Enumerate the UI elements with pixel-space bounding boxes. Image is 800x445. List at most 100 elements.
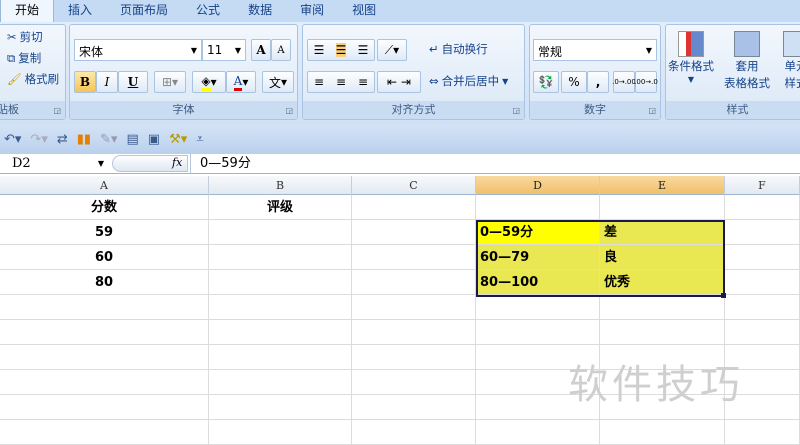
cell-b9[interactable] — [209, 395, 352, 420]
cell-styles-button[interactable]: 单元样式 — [783, 31, 800, 91]
edit-icon[interactable]: ✎▾ — [100, 132, 117, 147]
cell-c10[interactable] — [352, 420, 476, 445]
shrink-font-button[interactable]: A — [271, 39, 291, 61]
column-header-c[interactable]: C — [352, 176, 476, 195]
column-header-f[interactable]: F — [725, 176, 800, 195]
cell-a9[interactable] — [0, 395, 209, 420]
column-header-e[interactable]: E — [600, 176, 725, 195]
tab-insert[interactable]: 插入 — [54, 0, 106, 22]
align-left-icon[interactable]: ≡ — [314, 75, 324, 89]
redo-icon[interactable]: ↷▾ — [30, 132, 47, 147]
copy-button[interactable]: ⧉ 复制 — [7, 50, 41, 66]
cell-f2[interactable] — [725, 220, 800, 245]
cell-a5[interactable] — [0, 295, 209, 320]
align-center-icon[interactable]: ≡ — [336, 75, 346, 89]
cell-a4[interactable]: 80 — [0, 270, 209, 295]
align-middle-icon[interactable]: ☰ — [335, 43, 347, 57]
phonetic-button[interactable]: 文 ▾ — [262, 71, 294, 93]
dialog-launcher-icon[interactable]: ◲ — [512, 106, 520, 115]
indent-buttons[interactable]: ⇤ ⇥ — [377, 71, 421, 93]
vertical-align-buttons[interactable]: ☰ ☰ ☰ — [307, 39, 375, 61]
cell-a3[interactable]: 60 — [0, 245, 209, 270]
cell-b2[interactable] — [209, 220, 352, 245]
cell-d2[interactable]: 0—59分 — [476, 220, 600, 245]
cell-c9[interactable] — [352, 395, 476, 420]
orientation-button[interactable]: ⟋▾ — [377, 39, 407, 61]
horizontal-align-buttons[interactable]: ≡ ≡ ≡ — [307, 71, 375, 93]
cell-e1[interactable] — [600, 195, 725, 220]
cell-c8[interactable] — [352, 370, 476, 395]
cut-button[interactable]: ✂ 剪切 — [7, 29, 43, 45]
sheet-icon[interactable]: ▣ — [148, 132, 160, 147]
cell-a10[interactable] — [0, 420, 209, 445]
tab-formulas[interactable]: 公式 — [182, 0, 234, 22]
chart-icon[interactable]: ▮▮ — [77, 132, 91, 147]
tab-view[interactable]: 视图 — [338, 0, 390, 22]
cell-c1[interactable] — [352, 195, 476, 220]
name-box[interactable]: D2 ▼ — [0, 154, 108, 173]
cell-d4[interactable]: 80—100 — [476, 270, 600, 295]
cell-e3[interactable]: 良 — [600, 245, 725, 270]
cell-d10[interactable] — [476, 420, 600, 445]
tab-page-layout[interactable]: 页面布局 — [106, 0, 182, 22]
underline-button[interactable]: U — [118, 71, 148, 93]
align-bottom-icon[interactable]: ☰ — [358, 43, 369, 57]
cell-f6[interactable] — [725, 320, 800, 345]
increase-decimal-button[interactable]: .0→.00 — [612, 71, 636, 93]
font-size-select[interactable]: 11 ▼ — [202, 39, 246, 61]
form-icon[interactable]: ▤ — [126, 132, 138, 147]
cell-e2[interactable]: 差 — [600, 220, 725, 245]
format-painter-button[interactable]: 🖌 格式刷 — [7, 71, 59, 87]
cell-c5[interactable] — [352, 295, 476, 320]
bold-button[interactable]: B — [74, 71, 96, 93]
cell-b3[interactable] — [209, 245, 352, 270]
cell-b10[interactable] — [209, 420, 352, 445]
cell-a1[interactable]: 分数 — [0, 195, 209, 220]
cell-e5[interactable] — [600, 295, 725, 320]
customize-toolbar-icon[interactable]: ⩡ — [196, 132, 203, 147]
column-header-a[interactable]: A — [0, 176, 209, 195]
align-right-icon[interactable]: ≡ — [358, 75, 368, 89]
merge-center-button[interactable]: ⇔ 合并后居中 ▼ — [429, 73, 508, 89]
number-format-select[interactable]: 常规 ▼ — [533, 39, 657, 61]
tab-data[interactable]: 数据 — [234, 0, 286, 22]
grow-font-button[interactable]: A — [251, 39, 271, 61]
font-name-select[interactable]: 宋体 ▼ — [74, 39, 202, 61]
comma-button[interactable]: , — [587, 71, 609, 93]
cell-e4[interactable]: 优秀 — [600, 270, 725, 295]
font-color-button[interactable]: A ▾ — [226, 71, 256, 93]
cell-f3[interactable] — [725, 245, 800, 270]
undo-icon[interactable]: ↶▾ — [4, 132, 21, 147]
italic-button[interactable]: I — [96, 71, 118, 93]
cell-b6[interactable] — [209, 320, 352, 345]
cell-c7[interactable] — [352, 345, 476, 370]
fill-color-button[interactable]: ◈ ▾ — [192, 71, 226, 93]
wrap-text-button[interactable]: ↵ 自动换行 — [429, 41, 488, 57]
dialog-launcher-icon[interactable]: ◲ — [285, 106, 293, 115]
formula-input[interactable]: 0—59分 — [190, 154, 800, 173]
cell-c3[interactable] — [352, 245, 476, 270]
cell-b8[interactable] — [209, 370, 352, 395]
cell-f4[interactable] — [725, 270, 800, 295]
refresh-icon[interactable]: ⇄ — [57, 132, 68, 147]
dialog-launcher-icon[interactable]: ◲ — [648, 106, 656, 115]
cell-f10[interactable] — [725, 420, 800, 445]
column-header-d[interactable]: D — [476, 176, 600, 195]
cell-c4[interactable] — [352, 270, 476, 295]
border-button[interactable]: ⊞▾ — [154, 71, 186, 93]
fx-icon[interactable]: fx — [172, 156, 182, 169]
cell-f5[interactable] — [725, 295, 800, 320]
cell-c6[interactable] — [352, 320, 476, 345]
cell-a2[interactable]: 59 — [0, 220, 209, 245]
cell-d1[interactable] — [476, 195, 600, 220]
cell-c2[interactable] — [352, 220, 476, 245]
column-header-b[interactable]: B — [209, 176, 352, 195]
conditional-format-button[interactable]: 条件格式 ▼ — [668, 31, 714, 84]
fill-handle[interactable] — [721, 293, 726, 298]
currency-button[interactable]: 💱 — [533, 71, 559, 93]
cell-e10[interactable] — [600, 420, 725, 445]
tab-review[interactable]: 审阅 — [286, 0, 338, 22]
percent-button[interactable]: % — [561, 71, 587, 93]
cell-d6[interactable] — [476, 320, 600, 345]
format-as-table-button[interactable]: 套用 表格格式 — [724, 31, 770, 91]
